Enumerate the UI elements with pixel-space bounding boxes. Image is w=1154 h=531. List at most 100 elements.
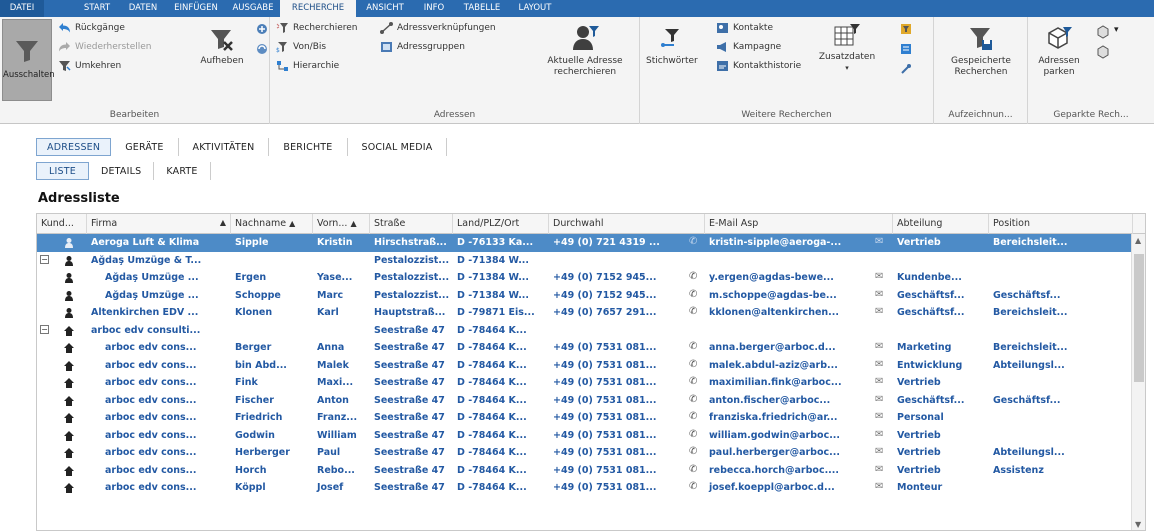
table-row[interactable]: − Ağdaş Umzüge & T... Pestalozzist... D -71… xyxy=(37,252,1133,270)
vertical-scrollbar[interactable]: ▲ ▼ xyxy=(1131,234,1145,530)
stichwoerter-button[interactable]: Stichwörter xyxy=(646,27,698,67)
mail-icon[interactable]: ✉ xyxy=(875,429,883,440)
table-row[interactable]: Aeroga Luft & Klima Sipple Kristin Hirschst… xyxy=(37,234,1133,252)
mail-icon[interactable]: ✉ xyxy=(875,271,883,282)
mail-icon[interactable]: ✉ xyxy=(875,446,883,457)
zusatzdaten-button[interactable]: Zusatzdaten ▾ xyxy=(818,23,876,74)
tab-tabelle[interactable]: TABELLE xyxy=(454,0,510,17)
col-strasse[interactable]: Straße xyxy=(370,214,453,234)
recherchieren-button[interactable]: Recherchieren xyxy=(276,22,358,34)
col-abteilung[interactable]: Abteilung xyxy=(893,214,989,234)
tab-aktivitaeten[interactable]: AKTIVITÄTEN xyxy=(179,138,270,156)
tab-karte[interactable]: KARTE xyxy=(154,162,211,180)
gespeicherte-recherchen-button[interactable]: Gespeicherte Recherchen xyxy=(942,25,1020,78)
mail-icon[interactable]: ✉ xyxy=(875,376,883,387)
table-row[interactable]: arboc edv cons... Horch Rebo... Seestraße 4… xyxy=(37,462,1133,480)
phone-icon[interactable]: ✆ xyxy=(689,376,697,387)
tab-social-media[interactable]: SOCIAL MEDIA xyxy=(348,138,448,156)
mail-icon[interactable]: ✉ xyxy=(875,411,883,422)
tab-datei[interactable]: DATEI xyxy=(0,0,44,17)
phone-icon[interactable]: ✆ xyxy=(689,306,697,317)
adressen-parken-button[interactable]: Adressen parken xyxy=(1034,25,1084,78)
phone-icon[interactable]: ✆ xyxy=(689,341,697,352)
mail-icon[interactable]: ✉ xyxy=(875,289,883,300)
tab-start[interactable]: START xyxy=(74,0,120,17)
umkehren-button[interactable]: Umkehren xyxy=(58,60,121,72)
extra-link-icon[interactable] xyxy=(900,63,912,75)
tab-layout[interactable]: LAYOUT xyxy=(510,0,560,17)
phone-icon[interactable]: ✆ xyxy=(689,429,697,440)
tab-details[interactable]: DETAILS xyxy=(89,162,155,180)
tab-liste[interactable]: LISTE xyxy=(36,162,89,180)
table-row[interactable]: Ağdaş Umzüge ... Schoppe Marc Pestalozzist.… xyxy=(37,287,1133,305)
mail-icon[interactable]: ✉ xyxy=(875,481,883,492)
hierarchie-button[interactable]: Hierarchie xyxy=(276,60,339,72)
mail-icon[interactable]: ✉ xyxy=(875,306,883,317)
collapse-toggle-icon[interactable]: − xyxy=(40,254,49,264)
phone-icon[interactable]: ✆ xyxy=(689,271,697,282)
col-ort[interactable]: Land/PLZ/Ort xyxy=(453,214,549,234)
table-row[interactable]: Altenkirchen EDV ... Klonen Karl Hauptstraß… xyxy=(37,304,1133,322)
col-firma[interactable]: Firma ▲ xyxy=(87,214,231,234)
mail-icon[interactable]: ✉ xyxy=(875,464,883,475)
aufheben-button[interactable]: Aufheben xyxy=(196,27,248,67)
phone-icon[interactable]: ✆ xyxy=(689,289,697,300)
kampagne-button[interactable]: Kampagne xyxy=(716,41,781,53)
ausschalten-button[interactable]: Ausschalten xyxy=(2,19,55,101)
scroll-down-icon[interactable]: ▼ xyxy=(1135,520,1141,529)
filter-add-icon[interactable] xyxy=(256,23,268,35)
filter-refresh-icon[interactable] xyxy=(256,43,268,55)
table-row[interactable]: arboc edv cons... Godwin William Seestraße … xyxy=(37,427,1133,445)
table-row[interactable]: arboc edv cons... Fischer Anton Seestraße 4… xyxy=(37,392,1133,410)
scrollbar-thumb[interactable] xyxy=(1134,254,1144,382)
mail-icon[interactable]: ✉ xyxy=(875,394,883,405)
mail-icon[interactable]: ✉ xyxy=(875,359,883,370)
tab-einfuegen[interactable]: EINFÜGEN xyxy=(166,0,226,17)
tab-ausgabe[interactable]: AUSGABE xyxy=(226,0,280,17)
col-kunde[interactable]: Kund... xyxy=(37,214,87,234)
parked-cube-icon[interactable] xyxy=(1096,25,1110,39)
tab-ansicht[interactable]: ANSICHT xyxy=(356,0,414,17)
col-vorname[interactable]: Vorn... ▲ xyxy=(313,214,370,234)
phone-icon[interactable]: ✆ xyxy=(689,394,697,405)
mail-icon[interactable]: ✉ xyxy=(875,236,883,247)
extra-filter-icon[interactable] xyxy=(900,23,912,35)
extra-list-icon[interactable] xyxy=(900,43,912,55)
table-row[interactable]: arboc edv cons... Köppl Josef Seestraße 47 D… xyxy=(37,479,1133,497)
col-position[interactable]: Position xyxy=(989,214,1133,234)
table-row[interactable]: arboc edv cons... bin Abd... Malek Seestraß… xyxy=(37,357,1133,375)
kontakte-button[interactable]: Kontakte xyxy=(716,22,773,34)
table-row[interactable]: arboc edv cons... Friedrich Franz... Seestr… xyxy=(37,409,1133,427)
adressgruppen-button[interactable]: Adressgruppen xyxy=(380,41,465,53)
col-nachname[interactable]: Nachname ▲ xyxy=(231,214,313,234)
col-durchwahl[interactable]: Durchwahl xyxy=(549,214,705,234)
kontakthistorie-button[interactable]: Kontakthistorie xyxy=(716,60,801,72)
wiederherstellen-button[interactable]: Wiederherstellen xyxy=(58,41,151,53)
tab-info[interactable]: INFO xyxy=(414,0,454,17)
tab-daten[interactable]: DATEN xyxy=(120,0,166,17)
phone-icon[interactable]: ✆ xyxy=(689,411,697,422)
table-row[interactable]: arboc edv cons... Fink Maxi... Seestraße 47… xyxy=(37,374,1133,392)
tab-berichte[interactable]: BERICHTE xyxy=(269,138,348,156)
phone-icon[interactable]: ✆ xyxy=(689,359,697,370)
tab-recherche[interactable]: RECHERCHE xyxy=(280,0,356,17)
phone-icon[interactable]: ✆ xyxy=(689,446,697,457)
tab-adressen[interactable]: ADRESSEN xyxy=(36,138,112,156)
scroll-up-icon[interactable]: ▲ xyxy=(1135,236,1141,245)
tab-geraete[interactable]: GERÄTE xyxy=(111,138,179,156)
vonbis-button[interactable]: $ Von/Bis xyxy=(276,41,326,53)
table-row[interactable]: arboc edv cons... Herberger Paul Seestraße … xyxy=(37,444,1133,462)
phone-icon[interactable]: ✆ xyxy=(689,236,697,247)
mail-icon[interactable]: ✉ xyxy=(875,341,883,352)
rueckgaenge-button[interactable]: Rückgänge xyxy=(58,22,125,34)
table-row[interactable]: − arboc edv consulti... Seestraße 47 D -784… xyxy=(37,322,1133,340)
aktuelle-adresse-button[interactable]: Aktuelle Adresse recherchieren xyxy=(542,23,628,78)
adressverknuepfungen-button[interactable]: Adressverknüpfungen xyxy=(380,22,496,34)
chevron-down-icon[interactable]: ▾ xyxy=(1114,25,1119,35)
phone-icon[interactable]: ✆ xyxy=(689,481,697,492)
parked-cube-2-icon[interactable] xyxy=(1096,45,1110,59)
col-email[interactable]: E-Mail Asp xyxy=(705,214,893,234)
table-row[interactable]: Ağdaş Umzüge ... Ergen Yase... Pestalozzist… xyxy=(37,269,1133,287)
table-row[interactable]: arboc edv cons... Berger Anna Seestraße 47 D… xyxy=(37,339,1133,357)
collapse-toggle-icon[interactable]: − xyxy=(40,324,49,334)
